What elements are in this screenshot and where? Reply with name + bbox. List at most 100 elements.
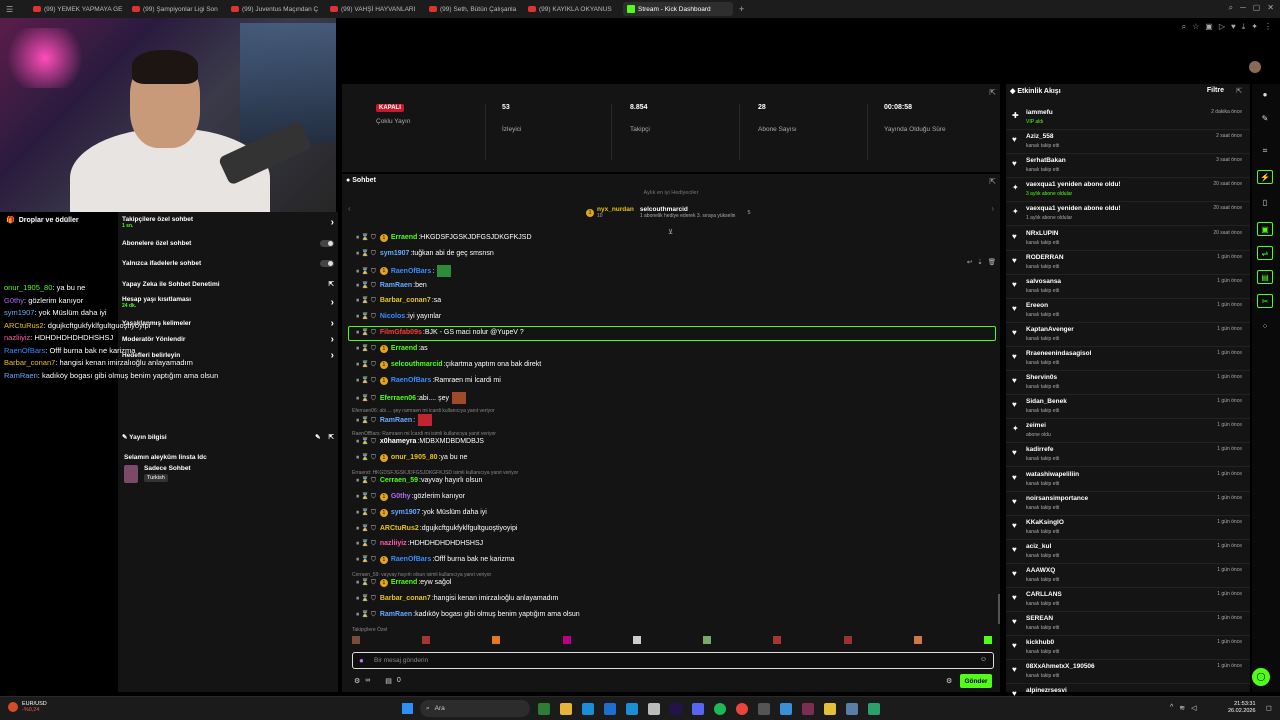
chat-username[interactable]: FilmGfab09s <box>380 329 422 336</box>
chevron-right-icon[interactable]: › <box>991 204 994 213</box>
chat-message[interactable]: ⏸ ⌛ ⛉ x0hameyra: MDBXMDBDMDBJS <box>356 437 484 446</box>
maximize-icon[interactable]: ▢ <box>1253 3 1261 13</box>
browser-tab[interactable]: (99) Şampiyonlar Ligi Son <box>128 2 224 16</box>
browser-tab[interactable]: (99) VAHŞİ HAYVANLARI <box>326 2 422 16</box>
popout-icon[interactable]: ⇱ <box>329 433 334 441</box>
event-item[interactable]: ♥ watashiwapeliliin kanalı takip etti 1 gün… <box>1006 468 1250 492</box>
mod-actions-icon[interactable]: ⏸ ⌛ ⛉ <box>356 249 376 258</box>
chat-scrollbar[interactable] <box>998 594 1000 624</box>
emote-image[interactable] <box>418 414 433 426</box>
event-item[interactable]: ♥ kadirrefe kanalı takip etti 1 gün önce <box>1006 443 1250 468</box>
browser-tab[interactable]: Stream - Kick Dashboard <box>623 2 733 16</box>
event-item[interactable]: ✚ iammefu VIP aldı 2 dakika önce <box>1006 106 1250 130</box>
chat-username[interactable]: Cerraen_59 <box>380 477 418 484</box>
link-icon[interactable]: ∞ <box>365 677 370 685</box>
taskbar-search[interactable]: ⌕ Ara <box>420 700 530 717</box>
browser-tab[interactable]: (99) KAYIKLA OKYANUS <box>524 2 620 16</box>
app-xbox-icon[interactable] <box>538 703 550 715</box>
chat-username[interactable]: sym1907 <box>380 250 410 257</box>
chat-username[interactable]: RamRaen <box>380 282 412 289</box>
app-7-icon[interactable] <box>846 703 858 715</box>
mod-actions-icon[interactable]: ⏸ ⌛ ⛉ <box>356 492 376 501</box>
event-item[interactable]: ✦ zeimei abone oldu 1 gün önce <box>1006 419 1250 444</box>
settings-slider-icon[interactable]: ⇌ <box>1257 246 1273 260</box>
mod-actions-icon[interactable]: ⏸ ⌛ ⛉ <box>356 296 376 305</box>
event-item[interactable]: ♥ AAAWXQ kanalı takip etti 1 gün önce <box>1006 564 1250 588</box>
app-6-icon[interactable] <box>824 703 836 715</box>
chat-message[interactable]: ⏸ ⌛ ⛉ RamRaen: <box>356 414 433 426</box>
top-gifter-name[interactable]: nyx_nurdan <box>597 206 634 213</box>
chat-message[interactable]: ⏸ ⌛ ⛉ RamRaen: ben <box>356 281 427 290</box>
emote-2[interactable] <box>422 636 431 644</box>
chat-username[interactable]: x0hameyra <box>380 438 417 445</box>
event-item[interactable]: ♥ KaptanAvenger kanalı takip etti 1 gün önc… <box>1006 323 1250 347</box>
pin-icon[interactable]: ⊻ <box>668 228 673 236</box>
chat-username[interactable]: Nicolos <box>380 313 405 320</box>
event-item[interactable]: ♥ aciz_kul kanalı takip etti 1 gün önce <box>1006 540 1250 564</box>
popout-icon[interactable]: ⇱ <box>989 177 996 186</box>
gifter-target-name[interactable]: selcouthmarcid <box>640 206 736 213</box>
app-5-icon[interactable] <box>802 703 814 715</box>
chat-message[interactable]: ⏸ ⌛ ⛉ nazliiyiz: HDHDHDHDHDHSHSJ <box>356 539 483 548</box>
filter-button[interactable]: Filtre <box>1207 87 1224 94</box>
chevron-left-icon[interactable]: ‹ <box>348 204 351 213</box>
chat-message[interactable]: ⏸ ⌛ ⛉ 1 Erraend: as <box>356 344 428 353</box>
app-discord-icon[interactable] <box>692 703 704 715</box>
browser-tab[interactable]: (99) Seth, Bütün Çalışanla <box>425 2 521 16</box>
crop-icon[interactable]: ⌗ <box>1257 144 1273 158</box>
emote-image[interactable] <box>451 392 466 404</box>
new-tab-button[interactable]: + <box>739 4 744 14</box>
event-item[interactable]: ♥ Shervin0s kanalı takip etti 1 gün önce <box>1006 371 1250 396</box>
popout-icon[interactable]: ⇱ <box>989 88 996 97</box>
toggle-switch[interactable] <box>320 240 334 247</box>
clipboard-icon[interactable]: ▤ <box>385 677 392 685</box>
mod-actions-icon[interactable]: ⏸ ⌛ ⛉ <box>356 453 376 462</box>
event-item[interactable]: ♥ RODERRAN kanalı takip etti 1 gün önce <box>1006 251 1250 275</box>
chat-message[interactable]: ⏸ ⌛ ⛉ sym1907: tuğkan abi de geç smsnsn <box>356 249 494 258</box>
popout-icon[interactable]: ⇱ <box>1236 87 1242 95</box>
event-item[interactable]: ♥ Ereeon kanalı takip etti 1 gün önce <box>1006 299 1250 323</box>
app-photos-icon[interactable] <box>780 703 792 715</box>
browser-tab[interactable]: (99) YEMEK YAPMAYA GE <box>29 2 125 16</box>
lightning-icon[interactable]: ⚡ <box>1257 170 1273 184</box>
pin-message-icon[interactable]: ⇣ <box>977 258 982 266</box>
mod-actions-icon[interactable]: ⏸ ⌛ ⛉ <box>356 578 376 587</box>
chevron-up-icon[interactable]: ^ <box>1170 704 1173 712</box>
chevron-right-icon[interactable]: › <box>331 217 334 228</box>
emote-1[interactable] <box>352 636 360 644</box>
emote-8[interactable] <box>843 636 852 644</box>
browser-tab[interactable]: (99) Juventus Maçından Ç <box>227 2 323 16</box>
emote-10[interactable] <box>983 636 992 644</box>
avatar[interactable] <box>1249 61 1261 73</box>
emoji-icon[interactable]: ☺ <box>980 656 987 663</box>
mod-actions-icon[interactable]: ⏸ ⌛ ⛉ <box>356 476 376 485</box>
heart-icon[interactable]: ♥ <box>1231 22 1236 32</box>
chat-message[interactable]: ⏸ ⌛ ⛉ 1 Erraend: HKGDSFJGSKJDFGSJDKGFKJSD <box>356 233 532 242</box>
setting-row[interactable]: Abonelere özel sohbet <box>118 240 338 247</box>
chat-bubble-icon[interactable]: ▣ <box>1257 222 1273 236</box>
emote-7[interactable] <box>773 636 782 644</box>
emote-4[interactable] <box>562 636 571 644</box>
play-icon[interactable]: ▷ <box>1219 22 1225 32</box>
mod-actions-icon[interactable]: ⏸ ⌛ ⛉ <box>356 233 376 242</box>
event-item[interactable]: ♥ SEREAN kanalı takip etti 1 gün önce <box>1006 612 1250 637</box>
ticker-widget[interactable]: EUR/USD -%0,24 <box>8 701 47 713</box>
chat-input[interactable]: ● Bir mesaj gönderin ☺ <box>352 652 994 669</box>
close-icon[interactable]: ✕ <box>1267 3 1274 13</box>
app-2-icon[interactable] <box>626 703 638 715</box>
app-4-icon[interactable] <box>758 703 770 715</box>
wifi-icon[interactable]: ≋ <box>1179 704 1185 712</box>
mod-actions-icon[interactable]: ⏸ ⌛ ⛉ <box>356 555 376 564</box>
edit-icon[interactable]: ✎ <box>1257 112 1273 126</box>
chat-message[interactable]: ⏸ ⌛ ⛉ Barbar_conan7: sa <box>356 296 441 305</box>
chat-username[interactable]: onur_1905_80 <box>391 454 438 461</box>
event-item[interactable]: ♥ kickhub0 kanalı takip etti 1 gün önce <box>1006 636 1250 661</box>
reply-context[interactable]: Cerraen_59: vayvay hayırlı olsun isimli … <box>352 572 491 578</box>
chat-username[interactable]: RaenOfBars <box>391 377 431 384</box>
emote-3[interactable] <box>492 636 501 644</box>
chat-username[interactable]: RaenOfBars <box>391 268 431 275</box>
event-item[interactable]: ✦ vaexqua1 yeniden abone oldu! 3 aylık abo… <box>1006 178 1250 203</box>
chat-message[interactable]: ⏸ ⌛ ⛉ 1 RaenOfBars: <box>356 265 452 277</box>
mic-icon[interactable]: ● <box>359 656 364 665</box>
event-item[interactable]: ♥ NRxLUPIN kanalı takip etti 20 saat önce <box>1006 227 1250 251</box>
